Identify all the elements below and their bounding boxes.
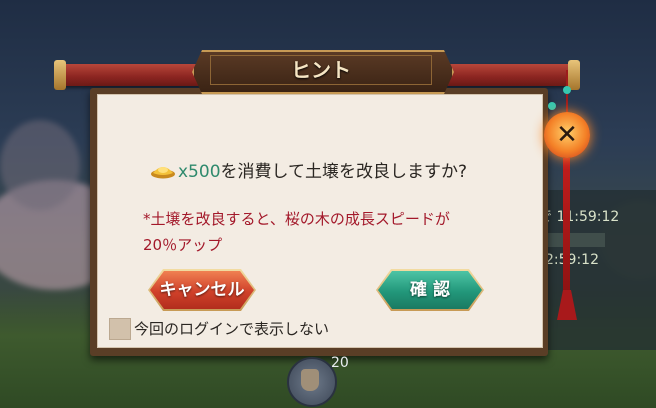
confirm-button[interactable]: 確 認: [378, 271, 482, 309]
lantern-tassel: [563, 158, 570, 298]
confirm-message-text: を消費して土壌を改良しますか?: [220, 162, 468, 182]
background-progress-bar: [545, 233, 605, 247]
dont-show-again-label[interactable]: 今回のログインで表示しない: [134, 318, 329, 339]
seed-bag-icon: [301, 369, 319, 391]
confirm-message: x500を消費して土壌を改良しますか?: [150, 157, 467, 182]
seed-bag-count: 20: [331, 355, 349, 371]
background-tree: [0, 120, 80, 210]
background-timer-2: 2:59:12: [545, 252, 599, 268]
lantern-bead: [548, 102, 556, 110]
gold-ingot-icon: [151, 167, 175, 179]
scroll-rod-cap-right: [568, 60, 580, 90]
cost-amount: x500: [178, 162, 221, 182]
close-icon[interactable]: ✕: [544, 112, 590, 158]
cancel-button[interactable]: キャンセル: [150, 271, 254, 309]
dialog-title: ヒント: [291, 58, 351, 82]
dont-show-again-checkbox[interactable]: [109, 318, 131, 340]
scroll-rod-cap-left: [54, 60, 66, 90]
growth-note: *土壌を改良すると、桜の木の成長スピードが20％アップ: [143, 210, 450, 254]
background-timer-1: で 11:59:12: [538, 209, 620, 225]
lantern-bead: [563, 86, 571, 94]
